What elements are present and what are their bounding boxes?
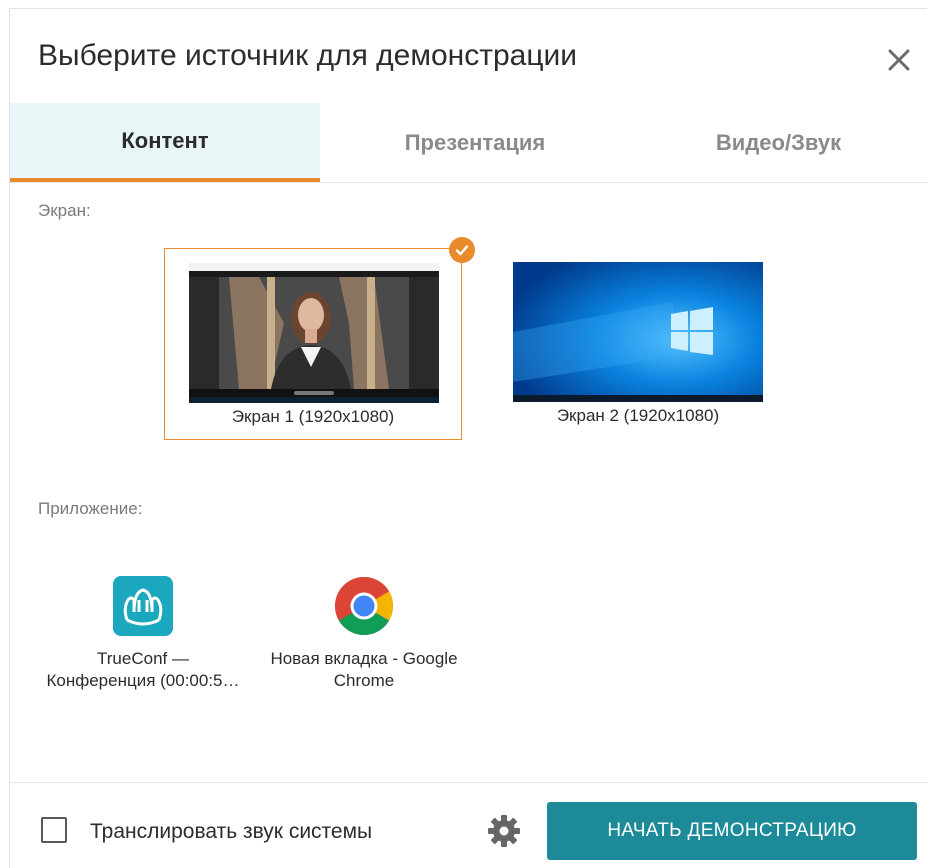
system-audio-label: Транслировать звук системы (90, 820, 373, 843)
dialog-title: Выберите источник для демонстрации (38, 39, 578, 72)
close-icon[interactable] (884, 45, 914, 75)
screen-1-caption: Экран 1 (1920x1080) (231, 407, 395, 426)
start-sharing-button[interactable]: НАЧАТЬ ДЕМОНСТРАЦИЮ (547, 802, 917, 860)
tab-content[interactable]: Контент (10, 103, 320, 182)
app-trueconf-label-line2: Конференция (00:00:5… (46, 671, 240, 690)
screen-2-caption: Экран 2 (1920x1080) (556, 406, 720, 425)
footer-divider (10, 782, 927, 783)
screens-section-label: Экран: (38, 201, 91, 220)
app-trueconf-label-line1: TrueConf — (97, 649, 189, 668)
trueconf-icon (113, 576, 173, 636)
selected-check-icon (449, 237, 475, 263)
chrome-icon (335, 577, 393, 635)
app-chrome-option[interactable]: Новая вкладка - Google Chrome (249, 576, 479, 692)
system-audio-checkbox[interactable] (41, 817, 67, 843)
screen-2-option[interactable]: Экран 2 (1920x1080) (489, 248, 787, 440)
screen-1-option[interactable]: Экран 1 (1920x1080) (164, 237, 475, 440)
app-chrome-label-line1: Новая вкладка - Google (270, 649, 458, 668)
screen-2-thumbnail (513, 262, 763, 402)
app-chrome-label-line2: Chrome (333, 671, 395, 690)
gear-icon[interactable] (486, 813, 522, 849)
apps-section-label: Приложение: (38, 499, 143, 518)
screen-1-thumbnail (189, 263, 439, 403)
tab-video-audio[interactable]: Видео/Звук (630, 103, 927, 182)
app-trueconf-option[interactable]: TrueConf — Конференция (00:00:5… (28, 576, 258, 692)
tab-bar: Контент Презентация Видео/Звук (10, 103, 927, 183)
tab-presentation[interactable]: Презентация (320, 103, 630, 182)
share-source-dialog: Выберите источник для демонстрации Конте… (9, 8, 927, 868)
